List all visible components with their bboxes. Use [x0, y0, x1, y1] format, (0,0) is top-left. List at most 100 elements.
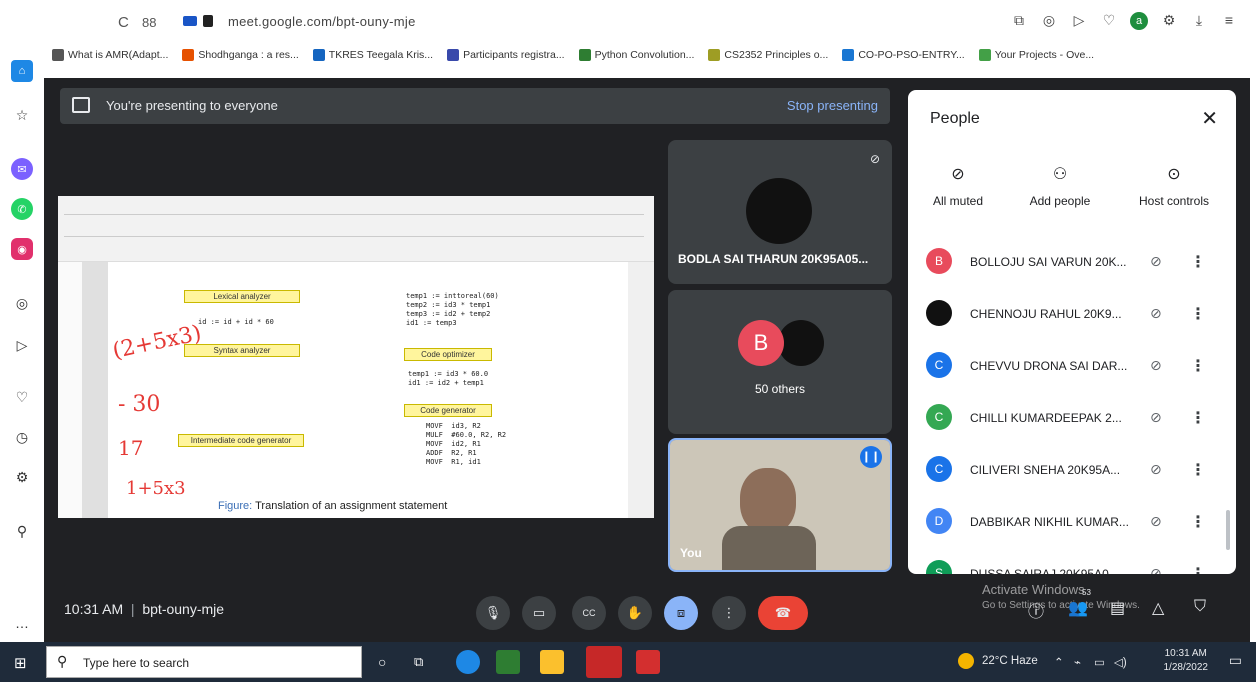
captions-button[interactable]: CC: [572, 596, 606, 630]
more-options-button[interactable]: ⋮: [712, 596, 746, 630]
store-icon[interactable]: [496, 650, 520, 674]
heart-icon[interactable]: ♡: [1100, 12, 1118, 30]
lexer-output: id := id + id * 60: [198, 318, 274, 326]
bookmark-item[interactable]: CS2352 Principles o...: [708, 46, 828, 64]
mic-button[interactable]: 🎙: [476, 596, 510, 630]
messenger-icon[interactable]: ✉: [11, 158, 33, 180]
record-icon[interactable]: ◎: [11, 292, 33, 314]
more-vert-icon[interactable]: ⋮: [1190, 512, 1206, 532]
history-icon[interactable]: ◷: [11, 426, 33, 448]
people-panel: People ✕ ⊘ All muted ⚇ Add people ⊙ Host…: [908, 90, 1236, 574]
camera-button[interactable]: ▭: [522, 596, 556, 630]
list-item[interactable]: C CHEVVU DRONA SAI DAR... ⊘ ⋮: [926, 346, 1226, 386]
network-icon[interactable]: ⌁: [1074, 655, 1081, 669]
bookmark-item[interactable]: What is AMR(Adapt...: [52, 46, 168, 64]
meeting-details-icon[interactable]: ⓘ: [1028, 598, 1044, 622]
weather-text[interactable]: 22°C Haze: [982, 655, 1038, 667]
more-vert-icon[interactable]: ⋮: [1190, 252, 1206, 272]
acrobat-icon[interactable]: [636, 650, 660, 674]
display-icon[interactable]: ▭: [1094, 655, 1105, 669]
bookmark-item[interactable]: Python Convolution...: [578, 46, 694, 64]
search-placeholder: Type here to search: [83, 656, 190, 670]
share-icon[interactable]: ⧉: [1010, 12, 1028, 30]
mic-off-icon[interactable]: ⊘: [1150, 357, 1162, 374]
more-vert-icon[interactable]: ⋮: [1190, 304, 1206, 324]
activities-icon[interactable]: △: [1152, 598, 1164, 618]
location-icon[interactable]: ⚲: [11, 520, 33, 542]
edge-icon[interactable]: [456, 650, 480, 674]
host-controls-button[interactable]: ⊙ Host controls: [1118, 164, 1230, 208]
participant-tile[interactable]: ⊘ BODLA SAI THARUN 20K95A05...: [668, 140, 892, 284]
whatsapp-icon[interactable]: ✆: [11, 198, 33, 220]
download-icon[interactable]: ⤓: [1190, 12, 1208, 30]
settings-icon[interactable]: ⚙: [11, 466, 33, 488]
list-item[interactable]: C CHILLI KUMARDEEPAK 2... ⊘ ⋮: [926, 398, 1226, 438]
more-vert-icon[interactable]: ⋮: [1190, 356, 1206, 376]
file-explorer-icon[interactable]: [540, 650, 564, 674]
volume-icon[interactable]: ◁): [1114, 655, 1127, 669]
mic-off-icon[interactable]: ⊘: [1150, 565, 1162, 574]
address-bar[interactable]: meet.google.com/bpt-ouny-mje: [228, 14, 416, 29]
apps-grid-icon[interactable]: 88: [142, 15, 156, 30]
windows-start-icon[interactable]: ⊞: [14, 654, 27, 672]
mic-off-icon[interactable]: ⊘: [1150, 513, 1162, 530]
camera-icon[interactable]: ◎: [1040, 12, 1058, 30]
add-people-button[interactable]: ⚇ Add people: [1010, 164, 1110, 208]
more-vert-icon[interactable]: ⋮: [1190, 460, 1206, 480]
leave-call-button[interactable]: ☎: [758, 596, 808, 630]
chrome-icon[interactable]: [586, 646, 622, 678]
mic-off-icon[interactable]: ⊘: [1150, 305, 1162, 322]
mic-off-icon[interactable]: ⊘: [1150, 409, 1162, 426]
cortana-icon[interactable]: ○: [378, 654, 386, 670]
notification-icon[interactable]: ▭: [1229, 652, 1242, 669]
bookmark-item[interactable]: Your Projects - Ove...: [978, 46, 1094, 64]
play-icon[interactable]: ▷: [1070, 12, 1088, 30]
list-item[interactable]: C CILIVERI SNEHA 20K95A... ⊘ ⋮: [926, 450, 1226, 490]
mic-off-icon[interactable]: ⊘: [1150, 253, 1162, 270]
bookmark-item[interactable]: TKRES Teegala Kris...: [312, 46, 434, 64]
bookmark-label: TKRES Teegala Kris...: [328, 49, 434, 61]
list-item[interactable]: S DUSSA SAIRAJ 20K95A0... ⊘ ⋮: [926, 554, 1226, 574]
instagram-icon[interactable]: ◉: [11, 238, 33, 260]
bookmark-item[interactable]: Participants registra...: [447, 46, 565, 64]
bookmark-item[interactable]: Shodhganga : a res...: [182, 46, 299, 64]
close-icon[interactable]: ✕: [1201, 106, 1218, 131]
menu-icon[interactable]: ≡: [1220, 12, 1238, 30]
people-icon[interactable]: 👥: [1068, 598, 1088, 618]
more-vert-icon[interactable]: ⋮: [1190, 564, 1206, 574]
host-controls-icon[interactable]: ⛉: [1194, 598, 1206, 616]
participant-name: CILIVERI SNEHA 20K95A...: [970, 463, 1121, 477]
optimized-code-listing: temp1 := id3 * 60.0 id1 := id2 + temp1: [408, 370, 489, 387]
chat-icon[interactable]: ▤: [1110, 598, 1125, 618]
mic-off-icon[interactable]: ⊘: [1150, 461, 1162, 478]
heart-icon[interactable]: ♡: [11, 386, 33, 408]
profile-avatar-icon[interactable]: a: [1130, 12, 1148, 30]
target-code-listing: MOVF id3, R2 MULF #60.0, R2, R2 MOVF id2…: [426, 422, 507, 466]
send-icon[interactable]: ▷: [11, 334, 33, 356]
add-person-icon: ⚇: [1052, 166, 1068, 183]
list-item[interactable]: CHENNOJU RAHUL 20K9... ⊘ ⋮: [926, 294, 1226, 334]
bookmark-item[interactable]: CO-PO-PSO-ENTRY...: [842, 46, 965, 64]
list-item[interactable]: D DABBIKAR NIKHIL KUMAR... ⊘ ⋮: [926, 502, 1226, 542]
lock-icon[interactable]: [203, 15, 213, 27]
more-icon[interactable]: …: [11, 612, 33, 634]
others-tile[interactable]: B 50 others: [668, 290, 892, 434]
self-view-tile[interactable]: ❙❙ You: [668, 438, 892, 572]
stop-presenting-button[interactable]: Stop presenting: [787, 98, 878, 113]
list-item[interactable]: B BOLLOJU SAI VARUN 20K... ⊘ ⋮: [926, 242, 1226, 282]
tray-chevron-icon[interactable]: ⌃: [1054, 655, 1064, 669]
raise-hand-button[interactable]: ✋: [618, 596, 652, 630]
meeting-info: 10:31 AM | bpt-ouny-mje: [64, 601, 225, 617]
all-muted-button[interactable]: ⊘ All muted: [908, 164, 1008, 208]
scrollbar[interactable]: [1226, 510, 1230, 550]
home-icon[interactable]: ⌂: [11, 60, 33, 82]
task-view-icon[interactable]: ⧉: [414, 654, 423, 670]
avatar: D: [926, 508, 952, 534]
taskbar-search-box[interactable]: ⚲ Type here to search: [46, 646, 362, 678]
reload-icon[interactable]: C: [118, 14, 129, 31]
extension-icon[interactable]: ⚙: [1160, 12, 1178, 30]
more-vert-icon[interactable]: ⋮: [1190, 408, 1206, 428]
star-icon[interactable]: ☆: [11, 104, 33, 126]
system-clock[interactable]: 10:31 AM 1/28/2022: [1164, 647, 1209, 675]
present-button[interactable]: ⧈: [664, 596, 698, 630]
